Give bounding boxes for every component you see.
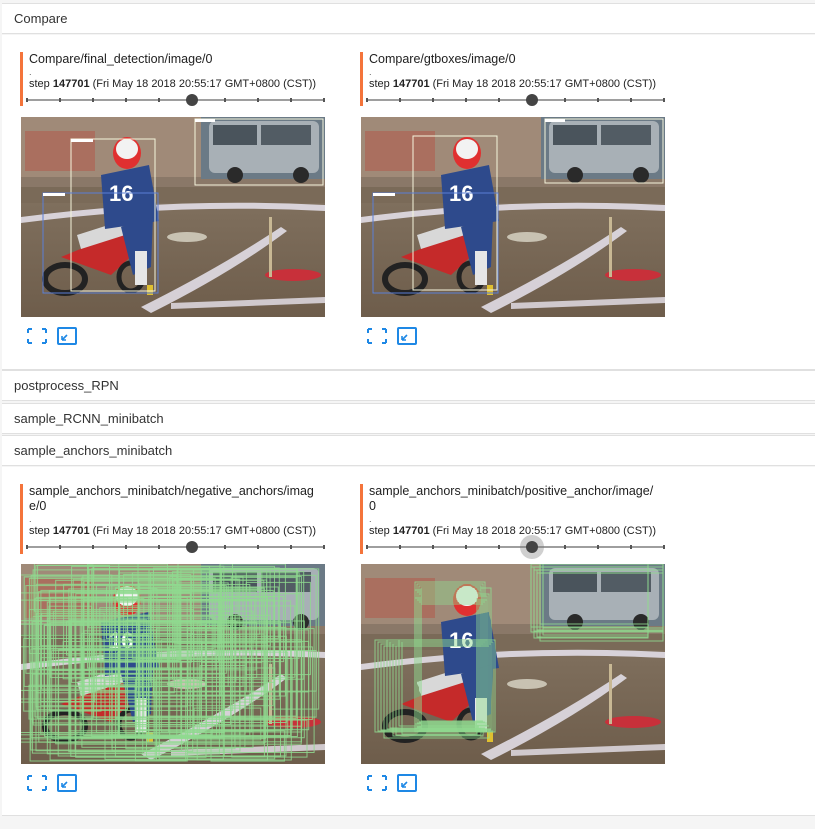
slider-track[interactable] [367,99,664,101]
slider-tick [564,98,566,102]
card-step: step 147701 (Fri May 18 2018 20:55:17 GM… [369,525,657,537]
slider-tick [26,98,28,102]
group-body-sample-anchors-minibatch: sample_anchors_minibatch/negative_anchor… [2,467,815,816]
slider-tick [564,545,566,549]
slider-tick [432,98,434,102]
slider-tick [465,545,467,549]
slider-tick [158,98,160,102]
slider-tick [290,98,292,102]
card-title: sample_anchors_minibatch/negative_anchor… [29,484,314,513]
slider-tick [290,545,292,549]
group-body-compare: Compare/final_detection/image/0 . step 1… [2,35,815,370]
group-header-postprocess-rpn[interactable]: postprocess_RPN [2,370,815,401]
fullscreen-icon[interactable] [366,327,388,345]
slider-tick [125,98,127,102]
slider-tick [257,98,259,102]
fit-to-size-icon[interactable] [56,327,78,345]
slider-tick [498,98,500,102]
card-title: Compare/final_detection/image/0 [29,52,213,66]
step-slider[interactable] [26,540,325,554]
slider-tick [663,98,665,102]
group-header-compare[interactable]: Compare [2,3,815,34]
slider-tick [399,545,401,549]
slider-tick [59,545,61,549]
slider-tick [399,98,401,102]
card-title: Compare/gtboxes/image/0 [369,52,516,66]
slider-tick [26,545,28,549]
slider-tick [366,98,368,102]
slider-tick [498,545,500,549]
step-slider[interactable] [26,93,325,107]
slider-tick [663,545,665,549]
card-step: step 147701 (Fri May 18 2018 20:55:17 GM… [29,78,317,90]
slider-tick [224,545,226,549]
fullscreen-icon[interactable] [26,774,48,792]
slider-track[interactable] [27,546,324,548]
slider-knob[interactable] [186,94,198,106]
slider-tick [630,98,632,102]
slider-tick [366,545,368,549]
step-slider[interactable] [366,535,665,559]
image-positive-anchor [361,564,665,764]
card-dot: . [29,514,32,524]
slider-track[interactable] [367,546,664,548]
slider-tick [125,545,127,549]
slider-knob[interactable] [186,541,198,553]
tensorboard-images-dashboard: Compare Compare/final_detection/image/0 … [0,0,815,829]
slider-tick [630,545,632,549]
fit-to-size-icon[interactable] [56,774,78,792]
card-dot: . [29,67,32,77]
slider-tick [92,98,94,102]
fullscreen-icon[interactable] [366,774,388,792]
slider-tick [597,98,599,102]
fit-to-size-icon[interactable] [396,774,418,792]
card-dot: . [369,514,372,524]
slider-tick [59,98,61,102]
image-negative-anchors [21,564,325,764]
slider-tick [597,545,599,549]
image-final-detection [21,117,325,317]
image-gtboxes [361,117,665,317]
slider-tick [465,98,467,102]
fit-to-size-icon[interactable] [396,327,418,345]
motocross-photo [21,117,325,317]
slider-knob[interactable] [526,94,538,106]
slider-knob[interactable] [526,541,538,553]
slider-tick [158,545,160,549]
motocross-photo [21,564,325,764]
slider-tick [323,545,325,549]
slider-tick [257,545,259,549]
slider-tick [323,98,325,102]
slider-tick [432,545,434,549]
motocross-photo [361,564,665,764]
group-header-sample-anchors-minibatch[interactable]: sample_anchors_minibatch [2,435,815,466]
motocross-photo [361,117,665,317]
slider-tick [92,545,94,549]
group-header-sample-rcnn-minibatch[interactable]: sample_RCNN_minibatch [2,403,815,434]
card-step: step 147701 (Fri May 18 2018 20:55:17 GM… [369,78,657,90]
fullscreen-icon[interactable] [26,327,48,345]
card-title: sample_anchors_minibatch/positive_anchor… [369,484,654,513]
step-slider[interactable] [366,93,665,107]
card-dot: . [369,67,372,77]
card-step: step 147701 (Fri May 18 2018 20:55:17 GM… [29,525,317,537]
slider-track[interactable] [27,99,324,101]
slider-tick [224,98,226,102]
